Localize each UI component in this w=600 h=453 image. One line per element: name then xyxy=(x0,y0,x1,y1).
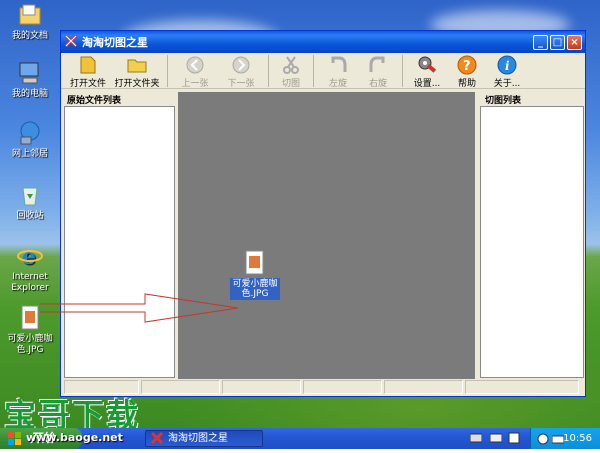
window-title: 淘淘切图之星 xyxy=(82,36,148,49)
toolbar: 打开文件 打开文件夹 上一张 下一张 切图 左旋 右旋 设置... ? 帮助 i… xyxy=(61,53,585,89)
tray-icon[interactable] xyxy=(489,432,503,447)
next-image-button[interactable]: 下一张 xyxy=(218,55,264,89)
status-pane xyxy=(465,380,579,394)
settings-button[interactable]: 设置... xyxy=(407,55,447,89)
status-pane xyxy=(64,380,140,394)
tray-icon[interactable] xyxy=(508,432,520,447)
cut-image-button[interactable]: 切图 xyxy=(273,55,309,89)
source-file-list[interactable] xyxy=(64,106,175,378)
next-icon xyxy=(231,55,251,75)
cut-image-list[interactable] xyxy=(480,106,584,378)
svg-text:e: e xyxy=(22,244,36,269)
open-file-icon xyxy=(78,55,98,75)
prev-image-button[interactable]: 上一张 xyxy=(172,55,218,89)
my-computer-icon xyxy=(17,60,43,86)
title-bar[interactable]: 淘淘切图之星 _ □ × xyxy=(61,31,585,53)
open-folder-button[interactable]: 打开文件夹 xyxy=(111,55,163,89)
recycle-bin-icon xyxy=(17,182,43,208)
app-window: 淘淘切图之星 _ □ × 打开文件 打开文件夹 上一张 下一张 切图 左旋 右旋… xyxy=(60,30,586,397)
system-tray: 10:56 xyxy=(530,428,600,449)
scissors-icon xyxy=(281,55,301,75)
help-button[interactable]: ? 帮助 xyxy=(447,55,487,89)
desktop-icon-my-computer[interactable]: 我的电脑 xyxy=(0,60,60,100)
rotate-left-button[interactable]: 左旋 xyxy=(318,55,358,89)
watermark-url: www.baoge.net xyxy=(26,431,123,444)
status-pane xyxy=(141,380,221,394)
desktop-icon-internet-explorer[interactable]: e Internet Explorer xyxy=(0,243,60,294)
status-bar xyxy=(64,380,581,394)
svg-text:?: ? xyxy=(463,59,471,74)
settings-icon xyxy=(417,55,437,75)
close-button[interactable]: × xyxy=(567,34,582,50)
status-pane xyxy=(222,380,302,394)
maximize-button[interactable]: □ xyxy=(550,34,565,50)
tray-icon[interactable] xyxy=(537,432,549,453)
status-pane xyxy=(384,380,464,394)
jpg-file-icon xyxy=(244,250,266,276)
clock[interactable]: 10:56 xyxy=(563,433,592,444)
toolbar-separator xyxy=(313,55,314,87)
app-icon xyxy=(64,34,78,51)
rotate-right-button[interactable]: 右旋 xyxy=(358,55,398,89)
drag-arrow-annotation xyxy=(40,293,239,323)
toolbar-separator xyxy=(402,55,403,87)
about-icon: i xyxy=(497,55,517,75)
my-documents-icon xyxy=(17,2,43,28)
svg-text:i: i xyxy=(505,59,510,73)
open-file-button[interactable]: 打开文件 xyxy=(65,55,111,89)
about-button[interactable]: i 关于... xyxy=(487,55,527,89)
network-icon xyxy=(17,120,43,146)
desktop-icon-recycle-bin[interactable]: 回收站 xyxy=(0,182,60,222)
toolbar-separator xyxy=(268,55,269,87)
tray-icon[interactable] xyxy=(551,432,565,453)
status-pane xyxy=(303,380,383,394)
ie-icon: e xyxy=(17,243,43,270)
tray-icon[interactable] xyxy=(469,432,483,447)
toolbar-separator xyxy=(167,55,168,87)
minimize-button[interactable]: _ xyxy=(533,34,548,50)
taskbar-item-app[interactable]: 淘淘切图之星 xyxy=(145,430,263,447)
rotate-left-icon xyxy=(328,55,348,75)
open-folder-icon xyxy=(127,55,147,75)
prev-icon xyxy=(185,55,205,75)
windows-logo-icon xyxy=(8,432,22,453)
desktop-icon-my-documents[interactable]: 我的文档 xyxy=(0,2,60,42)
help-icon: ? xyxy=(457,55,477,75)
app-icon xyxy=(150,431,164,449)
source-list-title: 原始文件列表 xyxy=(67,96,122,106)
cut-list-title: 切图列表 xyxy=(485,96,522,106)
rotate-right-icon xyxy=(368,55,388,75)
desktop-icon-network[interactable]: 网上邻居 xyxy=(0,120,60,160)
preview-canvas[interactable]: 可爱小鹿咖色.JPG xyxy=(178,92,475,379)
